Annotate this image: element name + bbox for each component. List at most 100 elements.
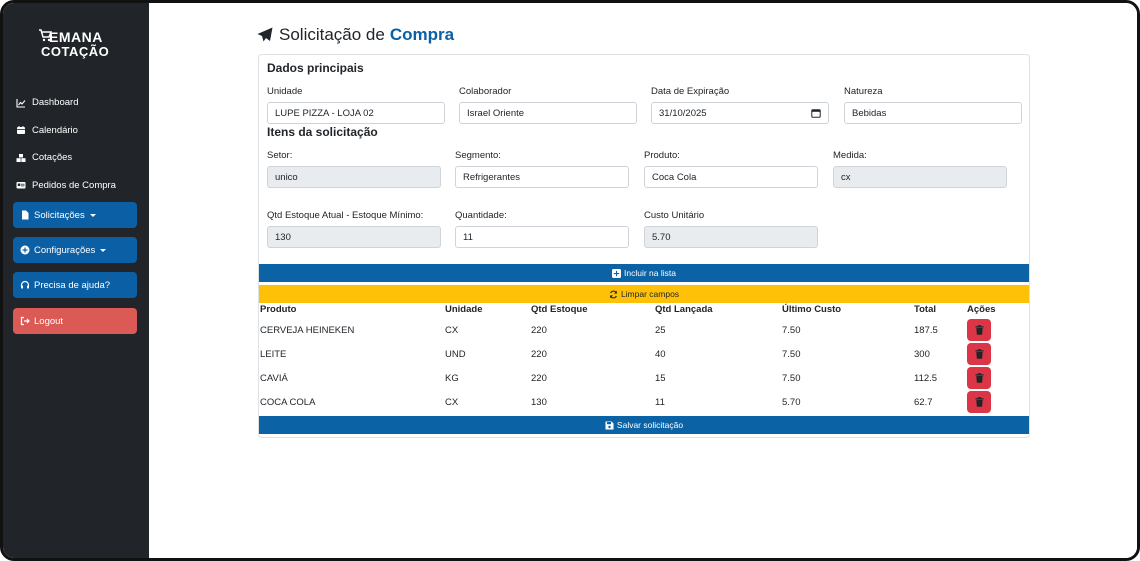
- cell-qtd-estoque: 220: [531, 349, 547, 360]
- itens-title: Itens da solicitação: [267, 125, 378, 139]
- page-title-highlight: Compra: [389, 25, 455, 44]
- headset-icon: [20, 280, 30, 290]
- medida-field: cx: [833, 166, 1007, 188]
- limpar-campos-button[interactable]: Limpar campos: [259, 285, 1029, 303]
- paper-plane-icon: [257, 27, 273, 42]
- calendar-picker-icon[interactable]: [811, 108, 821, 118]
- column-header-qtd-lancada: Qtd Lançada: [655, 304, 713, 315]
- cell-qtd-estoque: 130: [531, 397, 547, 408]
- sign-out-icon: [20, 316, 30, 326]
- file-icon: [20, 210, 30, 220]
- expiracao-value: 31/10/2025: [659, 107, 707, 119]
- cell-qtd-lancada: 11: [655, 397, 665, 408]
- cell-unidade: KG: [445, 373, 459, 384]
- unidade-select[interactable]: LUPE PIZZA - LOJA 02: [267, 102, 445, 124]
- logo-text-bottom: COTAÇÃO: [41, 44, 110, 59]
- quantidade-input[interactable]: 11: [455, 226, 629, 248]
- estoque-label: Qtd Estoque Atual - Estoque Mínimo:: [267, 210, 424, 221]
- cell-unidade: UND: [445, 349, 466, 360]
- calendar-icon: [16, 125, 26, 135]
- table-row: CERVEJA HEINEKEN CX 220 25 7.50 187.5: [259, 318, 1029, 342]
- cell-total: 112.5: [914, 373, 938, 384]
- trash-icon: [975, 397, 983, 407]
- natureza-value: Bebidas: [852, 107, 887, 119]
- sidebar-item-dashboard[interactable]: Dashboard: [3, 89, 149, 117]
- sidebar-nav: Dashboard Calendário Cotações Pedidos de…: [3, 89, 149, 199]
- ajuda-label: Precisa de ajuda?: [34, 279, 111, 291]
- produto-select[interactable]: Coca Cola: [644, 166, 818, 188]
- trash-icon: [975, 325, 983, 335]
- column-header-total: Total: [914, 304, 936, 315]
- delete-row-button[interactable]: [967, 367, 991, 389]
- table-row: CAVIÁ KG 220 15 7.50 112.5: [259, 366, 1029, 390]
- logout-button[interactable]: Logout: [13, 308, 137, 334]
- limpar-label: Limpar campos: [620, 289, 680, 299]
- configuracoes-dropdown[interactable]: Configurações: [13, 237, 137, 263]
- chart-line-icon: [16, 98, 26, 108]
- colaborador-label: Colaborador: [459, 86, 512, 97]
- column-header-acoes: Ações: [967, 304, 996, 315]
- produto-value: Coca Cola: [652, 171, 697, 183]
- segmento-label: Segmento:: [455, 150, 501, 161]
- quantidade-value: 11: [463, 231, 473, 243]
- solicitacoes-dropdown[interactable]: Solicitações: [13, 202, 137, 228]
- quantidade-label: Quantidade:: [455, 210, 507, 221]
- colaborador-value: Israel Oriente: [467, 107, 525, 119]
- cell-total: 300: [914, 349, 930, 360]
- cell-ultimo-custo: 7.50: [782, 373, 801, 384]
- sidebar-item-cotacoes[interactable]: Cotações: [3, 144, 149, 172]
- custo-value: 5.70: [652, 231, 671, 243]
- solicitacao-form-card: Dados principais Unidade LUPE PIZZA - LO…: [258, 54, 1030, 438]
- cell-produto: LEITE: [260, 349, 287, 360]
- incluir-na-lista-button[interactable]: Incluir na lista: [259, 264, 1029, 282]
- logo[interactable]: EMANA COTAÇÃO: [37, 25, 117, 61]
- logout-label: Logout: [34, 315, 64, 327]
- cell-produto: CAVIÁ: [260, 373, 288, 384]
- estoque-value: 130: [275, 231, 291, 243]
- setor-label: Setor:: [267, 150, 293, 161]
- column-header-produto: Produto: [260, 304, 297, 315]
- solicitacoes-label: Solicitações: [34, 209, 85, 221]
- natureza-select[interactable]: Bebidas: [844, 102, 1022, 124]
- medida-value: cx: [841, 171, 851, 183]
- page-title-text: Solicitação de: [279, 25, 385, 44]
- column-header-unidade: Unidade: [445, 304, 483, 315]
- configuracoes-label: Configurações: [34, 244, 96, 256]
- delete-row-button[interactable]: [967, 319, 991, 341]
- sidebar-item-label: Pedidos de Compra: [32, 179, 116, 191]
- medida-label: Medida:: [833, 150, 867, 161]
- cell-qtd-lancada: 25: [655, 325, 666, 336]
- sidebar-item-pedidos[interactable]: Pedidos de Compra: [3, 172, 149, 200]
- cell-qtd-lancada: 40: [655, 349, 666, 360]
- column-header-ultimo-custo: Último Custo: [782, 304, 842, 315]
- caret-down-icon: [89, 214, 96, 217]
- refresh-icon: [609, 290, 618, 299]
- table-row: COCA COLA CX 130 11 5.70 62.7: [259, 390, 1029, 414]
- cell-ultimo-custo: 7.50: [782, 349, 801, 360]
- cell-qtd-estoque: 220: [531, 325, 547, 336]
- sidebar-item-calendario[interactable]: Calendário: [3, 117, 149, 145]
- cell-qtd-estoque: 220: [531, 373, 547, 384]
- cell-produto: COCA COLA: [260, 397, 316, 408]
- setor-value: unico: [275, 171, 298, 183]
- expiracao-date-input[interactable]: 31/10/2025: [651, 102, 829, 124]
- save-icon: [605, 421, 614, 430]
- plus-circle-icon: [20, 245, 30, 255]
- sidebar: EMANA COTAÇÃO Dashboard Calendário Cotaç…: [3, 3, 149, 558]
- sidebar-item-label: Dashboard: [32, 97, 79, 109]
- produto-label: Produto:: [644, 150, 680, 161]
- expiracao-label: Data de Expiração: [651, 86, 730, 97]
- column-header-qtd-estoque: Qtd Estoque: [531, 304, 588, 315]
- segmento-select[interactable]: Refrigerantes: [455, 166, 629, 188]
- cell-unidade: CX: [445, 397, 459, 408]
- cell-ultimo-custo: 5.70: [782, 397, 801, 408]
- trash-icon: [975, 349, 983, 359]
- ajuda-button[interactable]: Precisa de ajuda?: [13, 272, 137, 298]
- delete-row-button[interactable]: [967, 391, 991, 413]
- salvar-solicitacao-button[interactable]: Salvar solicitação: [259, 416, 1029, 434]
- cell-qtd-lancada: 15: [655, 373, 666, 384]
- custo-label: Custo Unitário: [644, 210, 705, 221]
- delete-row-button[interactable]: [967, 343, 991, 365]
- colaborador-field[interactable]: Israel Oriente: [459, 102, 637, 124]
- cell-total: 62.7: [914, 397, 933, 408]
